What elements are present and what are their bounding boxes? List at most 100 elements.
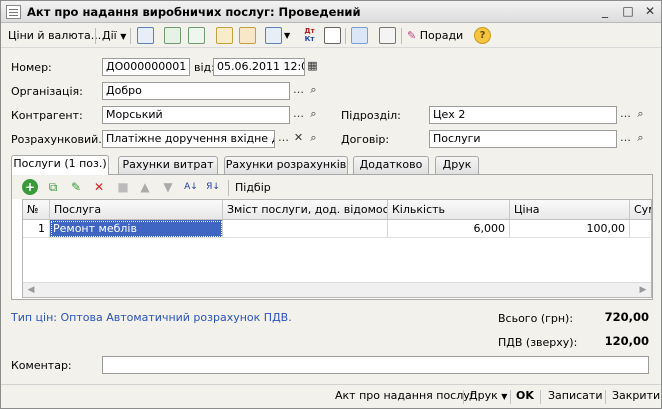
column-header-content[interactable]: Зміст послуги, дод. відомості xyxy=(223,200,388,220)
title-bar: Акт про надання виробничих послуг: Прове… xyxy=(1,1,661,23)
end-edit-icon[interactable]: ■ xyxy=(115,179,131,195)
tab-expense-accounts[interactable]: Рахунки витрат xyxy=(118,156,218,174)
division-field[interactable]: Цех 2 xyxy=(429,106,617,124)
print-menu-button[interactable]: Друк ▼ xyxy=(469,389,507,402)
select-button[interactable]: … xyxy=(618,130,633,148)
document-structure-icon[interactable] xyxy=(324,27,341,44)
content-cell[interactable] xyxy=(223,220,388,238)
sort-ascending-icon[interactable]: A↓ xyxy=(183,179,199,195)
comment-label: Коментар: xyxy=(11,359,72,372)
column-header-service[interactable]: Послуга xyxy=(50,200,223,220)
search-icon[interactable]: ⌕ xyxy=(306,106,321,124)
settlement-document-field[interactable]: Платіжне доручення вхідне ДО000 xyxy=(102,130,275,148)
dropdown-arrow-icon[interactable]: ▼ xyxy=(284,26,290,46)
based-on-icon[interactable] xyxy=(265,27,282,44)
act-print-button[interactable]: Акт про надання послуг xyxy=(335,389,476,402)
bottom-separator xyxy=(540,390,541,404)
save-button[interactable]: Записати xyxy=(548,389,602,402)
total-label: Всього (грн): xyxy=(498,312,574,325)
actions-menu-button[interactable]: Дії ▼ xyxy=(102,26,126,46)
tips-button[interactable]: ✎ Поради xyxy=(407,26,463,46)
scroll-left-icon[interactable]: ◀ xyxy=(25,285,37,295)
copy-document-icon[interactable] xyxy=(188,27,205,44)
calendar-icon[interactable]: ▦ xyxy=(305,58,320,76)
ok-button[interactable]: OK xyxy=(516,389,534,402)
document-window: Акт про надання виробничих послуг: Прове… xyxy=(0,0,662,409)
dt-kt-movements-icon[interactable]: Дт Кт xyxy=(301,27,318,44)
services-table: № Послуга Зміст послуги, дод. відомості … xyxy=(22,199,652,298)
tab-additional[interactable]: Додатково xyxy=(353,156,429,174)
service-cell[interactable]: Ремонт меблів xyxy=(50,220,223,238)
close-window-button[interactable]: ✕ xyxy=(642,4,658,20)
tab-settlement-accounts[interactable]: Рахунки розрахунків xyxy=(224,156,348,174)
exchange-icon[interactable] xyxy=(137,27,154,44)
sum-cell[interactable] xyxy=(630,220,651,238)
quantity-cell[interactable]: 6,000 xyxy=(388,220,510,238)
dropdown-arrow-icon: ▼ xyxy=(120,32,127,41)
search-icon[interactable]: ⌕ xyxy=(306,130,321,148)
selection-button[interactable]: Підбір xyxy=(235,181,271,194)
select-button[interactable]: … xyxy=(291,82,306,100)
organization-label: Організація: xyxy=(11,85,83,98)
division-label: Підрозділ: xyxy=(341,109,401,122)
select-button[interactable]: … xyxy=(291,106,306,124)
move-down-icon[interactable]: ▼ xyxy=(160,179,176,195)
toolbar-separator xyxy=(130,28,131,44)
price-type-link[interactable]: Тип цін: Оптова Автоматичний розрахунок … xyxy=(11,311,292,324)
copy-row-icon[interactable]: ⧉ xyxy=(45,179,61,195)
close-button[interactable]: Закрити xyxy=(612,389,660,402)
delete-row-icon[interactable]: ✕ xyxy=(91,179,107,195)
contractor-field[interactable]: Морський xyxy=(102,106,290,124)
search-icon[interactable]: ⌕ xyxy=(306,82,321,100)
kt-label: Кт xyxy=(304,35,315,43)
contractor-label: Контрагент: xyxy=(11,109,83,122)
search-icon[interactable]: ⌕ xyxy=(633,130,648,148)
command-bar: Ціни й валюта... Дії ▼ ▼ Дт Кт ✎ Поради ? xyxy=(1,24,661,48)
number-label: Номер: xyxy=(11,61,52,74)
select-button[interactable]: … xyxy=(618,106,633,124)
select-button[interactable]: … xyxy=(276,130,291,148)
column-header-quantity[interactable]: Кількість xyxy=(388,200,510,220)
sort-descending-icon[interactable]: Я↓ xyxy=(205,179,221,195)
contract-field[interactable]: Послуги xyxy=(429,130,617,148)
tab-services[interactable]: Послуги (1 поз.) xyxy=(11,155,109,175)
tab-print[interactable]: Друк xyxy=(435,156,479,174)
toolbar-separator xyxy=(401,28,402,44)
actions-label: Дії xyxy=(102,29,117,42)
date-label: від: xyxy=(194,61,215,74)
dropdown-arrow-icon: ▼ xyxy=(501,392,508,401)
bottom-command-bar: Акт про надання послуг Друк ▼ OK Записат… xyxy=(1,384,661,408)
add-row-icon[interactable]: + xyxy=(22,179,38,195)
price-cell[interactable]: 100,00 xyxy=(510,220,630,238)
horizontal-scrollbar[interactable]: ◀ ▶ xyxy=(23,282,651,297)
move-up-icon[interactable]: ▲ xyxy=(137,179,153,195)
maximize-button[interactable]: □ xyxy=(620,4,636,20)
contract-label: Договір: xyxy=(341,133,390,146)
search-icon[interactable]: ⌕ xyxy=(633,106,648,124)
bottom-separator xyxy=(510,390,511,404)
edit-row-icon[interactable]: ✎ xyxy=(68,179,84,195)
prices-currency-button[interactable]: Ціни й валюта... xyxy=(8,26,101,46)
scroll-right-icon[interactable]: ▶ xyxy=(637,285,649,295)
date-field[interactable]: 05.06.2011 12:00:00 xyxy=(213,58,305,76)
column-header-number[interactable]: № xyxy=(23,200,50,220)
unpost-document-icon[interactable] xyxy=(239,27,256,44)
document-icon xyxy=(6,5,21,19)
refresh-icon[interactable] xyxy=(164,27,181,44)
vat-value: 120,00 xyxy=(604,334,649,348)
comment-field[interactable] xyxy=(102,356,649,374)
row-number-cell[interactable]: 1 xyxy=(23,220,50,238)
help-icon[interactable]: ? xyxy=(474,27,491,44)
number-field[interactable]: ДО000000001 xyxy=(102,58,190,76)
total-value: 720,00 xyxy=(604,310,649,324)
list-view-icon[interactable] xyxy=(379,27,396,44)
organization-field[interactable]: Добро xyxy=(102,82,290,100)
column-header-price[interactable]: Ціна xyxy=(510,200,630,220)
minimize-button[interactable]: _ xyxy=(597,4,613,20)
column-header-sum[interactable]: Сума xyxy=(630,200,651,220)
hierarchy-icon[interactable] xyxy=(351,27,368,44)
print-label: Друк xyxy=(469,389,498,402)
vat-label: ПДВ (зверху): xyxy=(498,336,578,349)
clear-icon[interactable]: ✕ xyxy=(291,130,306,148)
post-document-icon[interactable] xyxy=(216,27,233,44)
